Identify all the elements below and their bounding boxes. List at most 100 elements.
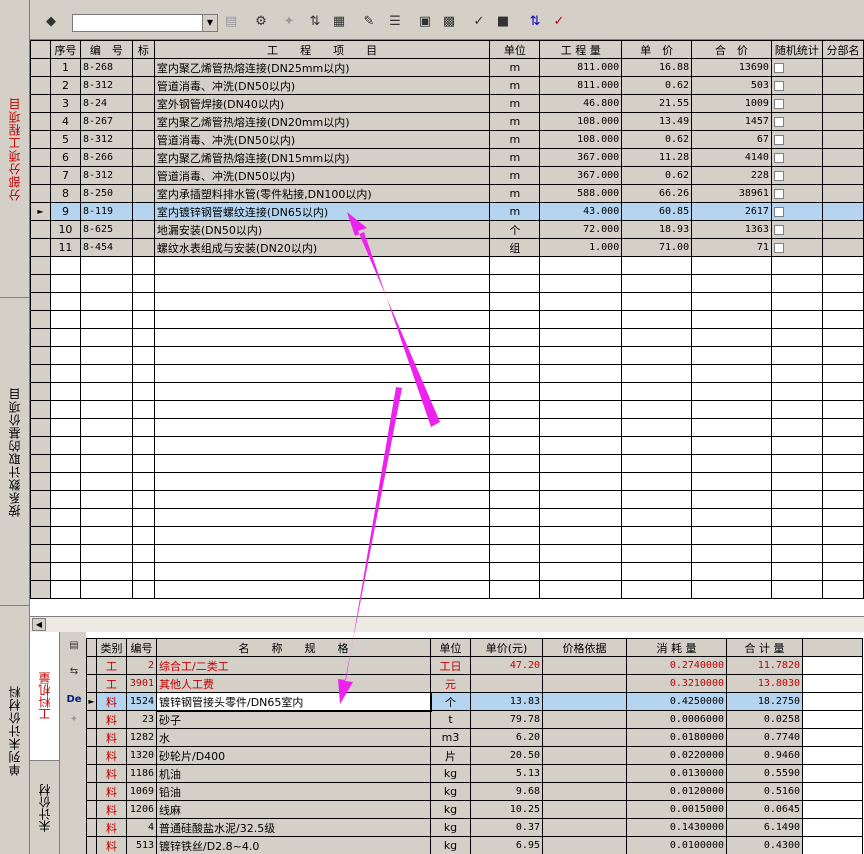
col-code[interactable]: 编 号 <box>79 40 133 59</box>
empty-cell[interactable] <box>131 508 155 527</box>
row-unit[interactable]: kg <box>430 836 471 854</box>
row-mark[interactable] <box>131 94 155 113</box>
empty-cell[interactable] <box>131 544 155 563</box>
empty-cell[interactable] <box>770 526 823 545</box>
row-code[interactable]: 4 <box>126 818 157 837</box>
empty-cell[interactable] <box>131 580 155 599</box>
empty-cell[interactable] <box>489 580 541 599</box>
row-division[interactable] <box>821 76 864 95</box>
row-item[interactable]: 螺纹水表组成与安装(DN20以内) <box>153 238 491 257</box>
row-qty[interactable]: 108.000 <box>539 130 623 149</box>
row-unit-price[interactable]: 10.25 <box>470 800 543 819</box>
empty-cell[interactable] <box>153 562 491 581</box>
empty-cell[interactable] <box>821 544 864 563</box>
row-code[interactable]: 8-267 <box>79 112 133 131</box>
row-code[interactable]: 8-266 <box>79 148 133 167</box>
empty-cell[interactable] <box>49 544 81 563</box>
empty-cell[interactable] <box>539 400 623 419</box>
empty-row[interactable] <box>30 346 864 365</box>
row-total-qty[interactable]: 0.5590 <box>726 764 803 783</box>
row-unit[interactable]: 个 <box>489 220 541 239</box>
empty-cell[interactable] <box>49 274 81 293</box>
random-stat-checkbox[interactable] <box>773 189 784 199</box>
empty-cell[interactable] <box>539 508 623 527</box>
empty-row[interactable] <box>30 526 864 545</box>
empty-cell[interactable] <box>79 508 133 527</box>
empty-cell[interactable] <box>621 382 693 401</box>
empty-cell[interactable] <box>153 346 491 365</box>
row-indicator[interactable] <box>86 836 97 854</box>
empty-cell[interactable] <box>49 256 81 275</box>
empty-cell[interactable] <box>153 472 491 491</box>
row-total[interactable]: 13690 <box>691 58 772 77</box>
empty-cell[interactable] <box>79 364 133 383</box>
empty-cell[interactable] <box>621 418 693 437</box>
row-consumption[interactable]: 0.0130000 <box>626 764 727 783</box>
row-code[interactable]: 2 <box>126 656 157 675</box>
empty-cell[interactable] <box>539 436 623 455</box>
row-qty[interactable]: 811.000 <box>539 58 623 77</box>
empty-cell[interactable] <box>489 490 541 509</box>
row-indicator[interactable] <box>30 238 51 257</box>
row-total[interactable]: 2617 <box>691 202 772 221</box>
empty-cell[interactable] <box>49 292 81 311</box>
empty-cell[interactable] <box>621 256 693 275</box>
row-seq[interactable]: 3 <box>49 94 81 113</box>
row-price-basis[interactable] <box>542 674 627 693</box>
empty-cell[interactable] <box>770 562 823 581</box>
row-price-basis[interactable] <box>542 782 627 801</box>
row-category[interactable]: 料 <box>96 764 127 783</box>
empty-cell[interactable] <box>153 310 491 329</box>
row-indicator[interactable] <box>30 148 51 167</box>
random-stat-checkbox[interactable] <box>773 171 784 181</box>
replace-icon[interactable]: ⇆ <box>65 664 83 680</box>
empty-cell[interactable] <box>49 490 81 509</box>
empty-cell[interactable] <box>489 472 541 491</box>
col-total[interactable]: 合 价 <box>691 40 772 59</box>
row-mark[interactable] <box>131 184 155 203</box>
empty-cell[interactable] <box>770 346 823 365</box>
col-item[interactable]: 工 程 项 目 <box>153 40 491 59</box>
empty-cell[interactable] <box>131 418 155 437</box>
row-price[interactable]: 66.26 <box>621 184 693 203</box>
row-mark[interactable] <box>131 220 155 239</box>
col-division[interactable]: 分部名 <box>821 40 864 59</box>
row-unit[interactable]: m <box>489 58 541 77</box>
row-name-spec[interactable]: 砂轮片/D400 <box>156 746 431 765</box>
empty-cell[interactable] <box>79 562 133 581</box>
row-seq[interactable]: 1 <box>49 58 81 77</box>
row-random-stat[interactable] <box>770 238 823 257</box>
empty-cell[interactable] <box>489 292 541 311</box>
empty-cell[interactable] <box>691 364 772 383</box>
row-unit-price[interactable]: 79.78 <box>470 710 543 729</box>
empty-cell[interactable] <box>79 436 133 455</box>
empty-cell[interactable] <box>539 364 623 383</box>
spellcheck-icon[interactable]: ✓ <box>550 14 568 30</box>
row-code[interactable]: 3901 <box>126 674 157 693</box>
empty-row[interactable] <box>30 418 864 437</box>
empty-cell[interactable] <box>691 508 772 527</box>
empty-cell[interactable] <box>821 436 864 455</box>
row-qty[interactable]: 1.000 <box>539 238 623 257</box>
scroll-left-icon[interactable]: ◀ <box>32 618 46 631</box>
row-name-spec[interactable]: 水 <box>156 728 431 747</box>
row-qty[interactable]: 72.000 <box>539 220 623 239</box>
empty-cell[interactable] <box>49 346 81 365</box>
col-unit-price[interactable]: 单价(元) <box>470 638 543 657</box>
resource-row[interactable]: 料 1186 机油 kg 5.13 0.0130000 0.5590 <box>86 764 863 783</box>
col-random-stat[interactable]: 随机统计 <box>770 40 823 59</box>
row-unit[interactable]: kg <box>430 764 471 783</box>
row-name-spec[interactable]: 线麻 <box>156 800 431 819</box>
row-indicator[interactable] <box>30 436 51 455</box>
row-qty[interactable]: 46.800 <box>539 94 623 113</box>
resource-row[interactable]: 工 2 综合工/二类工 工日 47.20 0.2740000 11.7820 <box>86 656 863 675</box>
empty-cell[interactable] <box>49 526 81 545</box>
row-name-spec[interactable]: 铅油 <box>156 782 431 801</box>
row-code[interactable]: 513 <box>126 836 157 854</box>
empty-cell[interactable] <box>691 382 772 401</box>
row-unit[interactable]: 组 <box>489 238 541 257</box>
col-name-spec[interactable]: 名 称 规 格 <box>156 638 431 657</box>
row-total[interactable]: 71 <box>691 238 772 257</box>
row-category[interactable]: 料 <box>96 782 127 801</box>
row-mark[interactable] <box>131 166 155 185</box>
